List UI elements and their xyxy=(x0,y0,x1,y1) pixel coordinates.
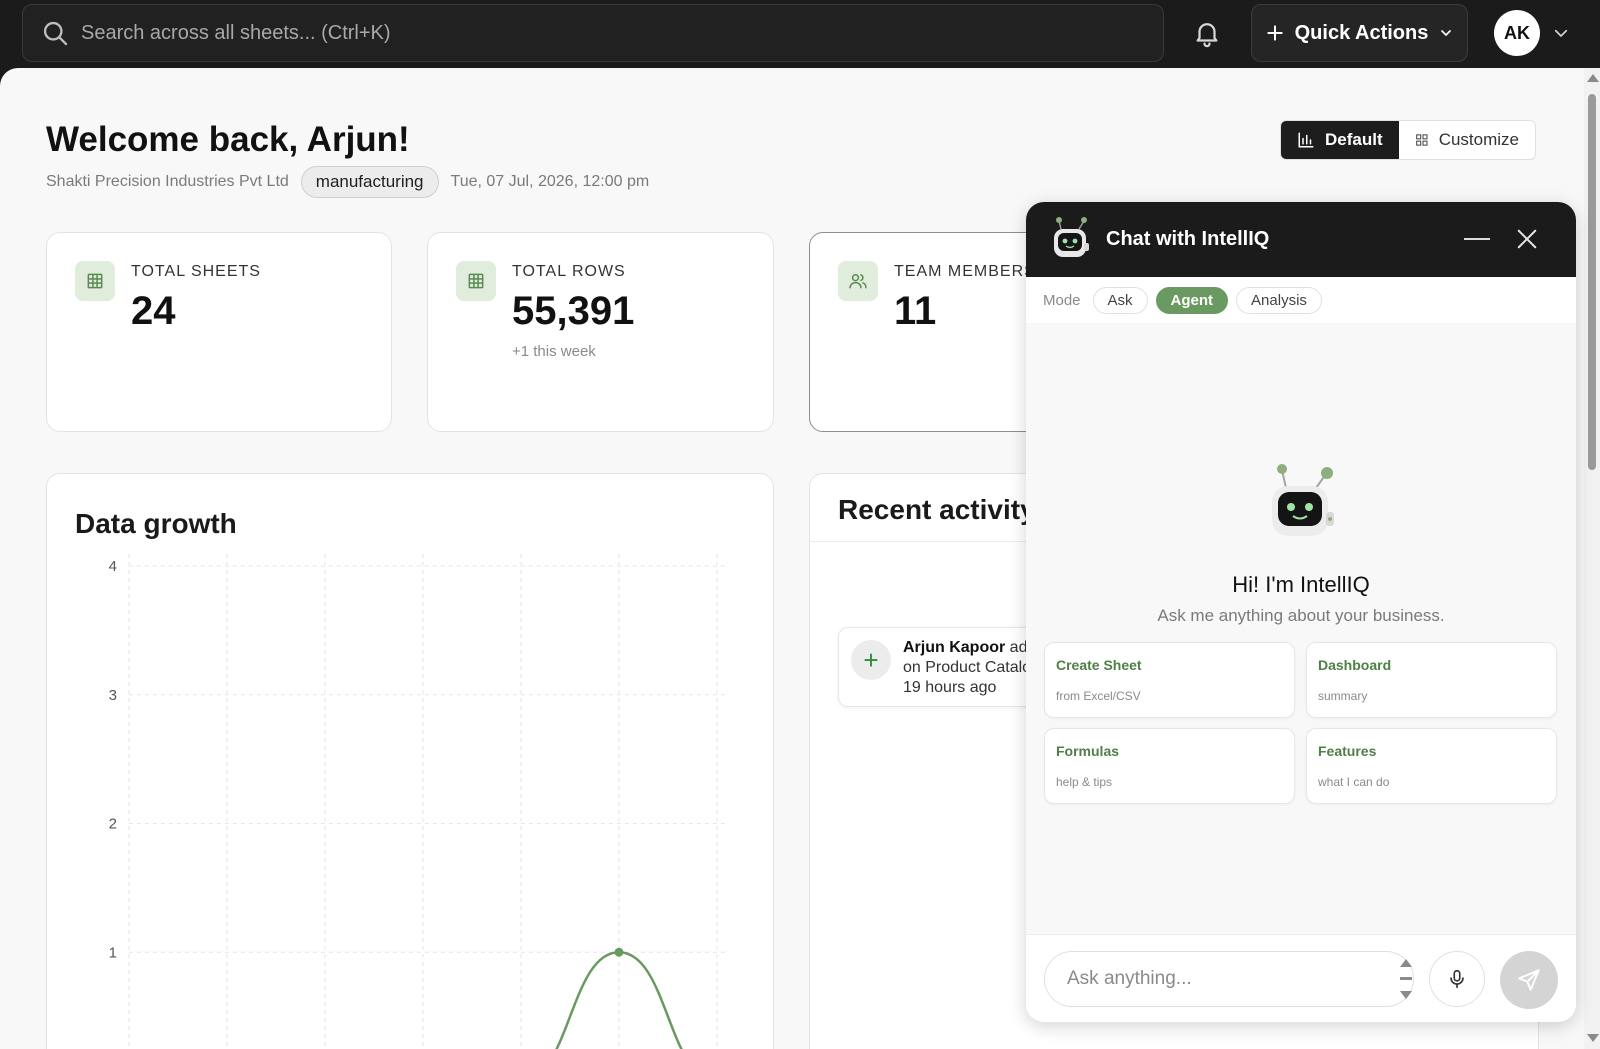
suggestion-features[interactable]: Features what I can do xyxy=(1306,728,1557,804)
bar-chart-icon xyxy=(1298,132,1314,148)
plus-icon: + xyxy=(851,640,891,680)
quick-actions-button[interactable]: Quick Actions xyxy=(1251,4,1468,62)
suggestion-title: Create Sheet xyxy=(1056,657,1142,673)
chat-greeting-subtitle: Ask me anything about your business. xyxy=(1157,606,1445,625)
stat-subtext: +1 this week xyxy=(512,343,596,360)
avatar[interactable]: AK xyxy=(1494,10,1540,56)
mode-label: Mode xyxy=(1043,291,1081,309)
close-icon[interactable] xyxy=(1516,228,1538,250)
current-datetime: Tue, 07 Jul, 2026, 12:00 pm xyxy=(450,173,650,190)
robot-mascot-icon xyxy=(1272,464,1334,536)
activity-text: Arjun Kapoor ad on Product Catalo 19 hou… xyxy=(903,638,1031,698)
page-title: Welcome back, Arjun! xyxy=(46,120,410,159)
chevron-down-icon xyxy=(1441,30,1452,36)
suggestion-subtitle: from Excel/CSV xyxy=(1056,689,1141,703)
mode-ask[interactable]: Ask xyxy=(1092,286,1148,314)
y-tick-label: 2 xyxy=(109,816,117,833)
customize-label: Customize xyxy=(1438,130,1519,149)
view-toggle: Default Customize xyxy=(1280,120,1536,160)
mode-analysis[interactable]: Analysis xyxy=(1236,286,1322,314)
suggestion-subtitle: summary xyxy=(1318,689,1368,703)
stat-value: 11 xyxy=(894,289,937,333)
table-icon xyxy=(75,261,115,301)
send-button[interactable] xyxy=(1500,951,1558,1009)
suggestion-title: Formulas xyxy=(1056,743,1120,759)
company-name: Shakti Precision Industries Pvt Ltd xyxy=(46,173,289,190)
suggestion-create-sheet[interactable]: Create Sheet from Excel/CSV xyxy=(1044,642,1295,718)
activity-target: on Product Catalo xyxy=(903,659,1032,676)
scroll-down-arrow[interactable] xyxy=(1587,1034,1599,1042)
stat-label: TOTAL ROWS xyxy=(512,263,626,280)
users-icon xyxy=(838,261,878,301)
default-view-button[interactable]: Default xyxy=(1281,121,1399,159)
y-tick-label: 4 xyxy=(109,558,117,575)
search-input[interactable] xyxy=(81,21,1081,45)
activity-action: ad xyxy=(1009,639,1028,656)
page-meta: Shakti Precision Industries Pvt Ltd manu… xyxy=(46,166,649,198)
chat-greeting: Hi! I'm IntellIQ xyxy=(1232,572,1370,597)
chat-title: Chat with IntellIQ xyxy=(1106,228,1270,250)
stat-label: TEAM MEMBERS xyxy=(894,263,1036,280)
suggestion-subtitle: what I can do xyxy=(1318,775,1390,789)
data-point xyxy=(614,947,624,957)
resize-stepper-icon[interactable] xyxy=(1399,957,1413,1001)
data-growth-card: Data growth 01234 xyxy=(46,473,774,1049)
suggestion-dashboard[interactable]: Dashboard summary xyxy=(1306,642,1557,718)
mode-selector: Mode Ask Agent Analysis xyxy=(1026,277,1576,323)
robot-icon xyxy=(1054,217,1089,257)
y-tick-label: 3 xyxy=(109,687,117,704)
top-bar: Quick Actions AK xyxy=(0,0,1600,68)
customize-button[interactable]: Customize xyxy=(1399,121,1535,159)
quick-actions-label: Quick Actions xyxy=(1294,21,1429,44)
suggestion-formulas[interactable]: Formulas help & tips xyxy=(1044,728,1295,804)
stat-label: TOTAL SHEETS xyxy=(131,263,261,280)
stat-value: 55,391 xyxy=(512,289,635,333)
stat-card-total-sheets: TOTAL SHEETS 24 xyxy=(46,232,392,432)
microphone-icon xyxy=(1450,969,1464,989)
bell-icon[interactable] xyxy=(1192,16,1222,50)
chat-input[interactable] xyxy=(1044,951,1414,1007)
global-search[interactable] xyxy=(22,4,1164,62)
activity-time: 19 hours ago xyxy=(903,679,997,696)
scrollbar-thumb[interactable] xyxy=(1588,94,1596,470)
mode-agent[interactable]: Agent xyxy=(1155,286,1229,314)
chat-panel: Chat with IntellIQ Mode Ask Agent Analys… xyxy=(1026,202,1576,1022)
activity-user: Arjun Kapoor xyxy=(903,639,1006,656)
stat-value: 24 xyxy=(131,289,176,333)
search-icon xyxy=(43,21,68,46)
suggestion-title: Dashboard xyxy=(1318,657,1392,673)
plus-icon xyxy=(1266,25,1283,41)
table-icon xyxy=(456,261,496,301)
grid-icon xyxy=(1416,134,1428,146)
chat-header: Chat with IntellIQ xyxy=(1026,202,1576,277)
suggestion-title: Features xyxy=(1318,743,1377,759)
default-view-label: Default xyxy=(1325,130,1383,149)
suggestion-subtitle: help & tips xyxy=(1056,775,1113,789)
microphone-button[interactable] xyxy=(1429,951,1485,1007)
industry-badge: manufacturing xyxy=(300,166,439,198)
stat-card-total-rows: TOTAL ROWS 55,391 +1 this week xyxy=(427,232,774,432)
scroll-up-arrow[interactable] xyxy=(1587,74,1599,82)
minimize-icon[interactable] xyxy=(1464,238,1490,240)
data-growth-chart: 01234 xyxy=(109,554,727,1049)
activity-item[interactable]: + Arjun Kapoor ad on Product Catalo 19 h… xyxy=(838,627,1038,707)
y-tick-label: 1 xyxy=(109,944,117,961)
avatar-chevron-down-icon[interactable] xyxy=(1552,24,1570,42)
recent-activity-title: Recent activity xyxy=(838,494,1036,525)
send-icon xyxy=(1518,969,1540,991)
chat-input-bar xyxy=(1026,934,1576,1022)
